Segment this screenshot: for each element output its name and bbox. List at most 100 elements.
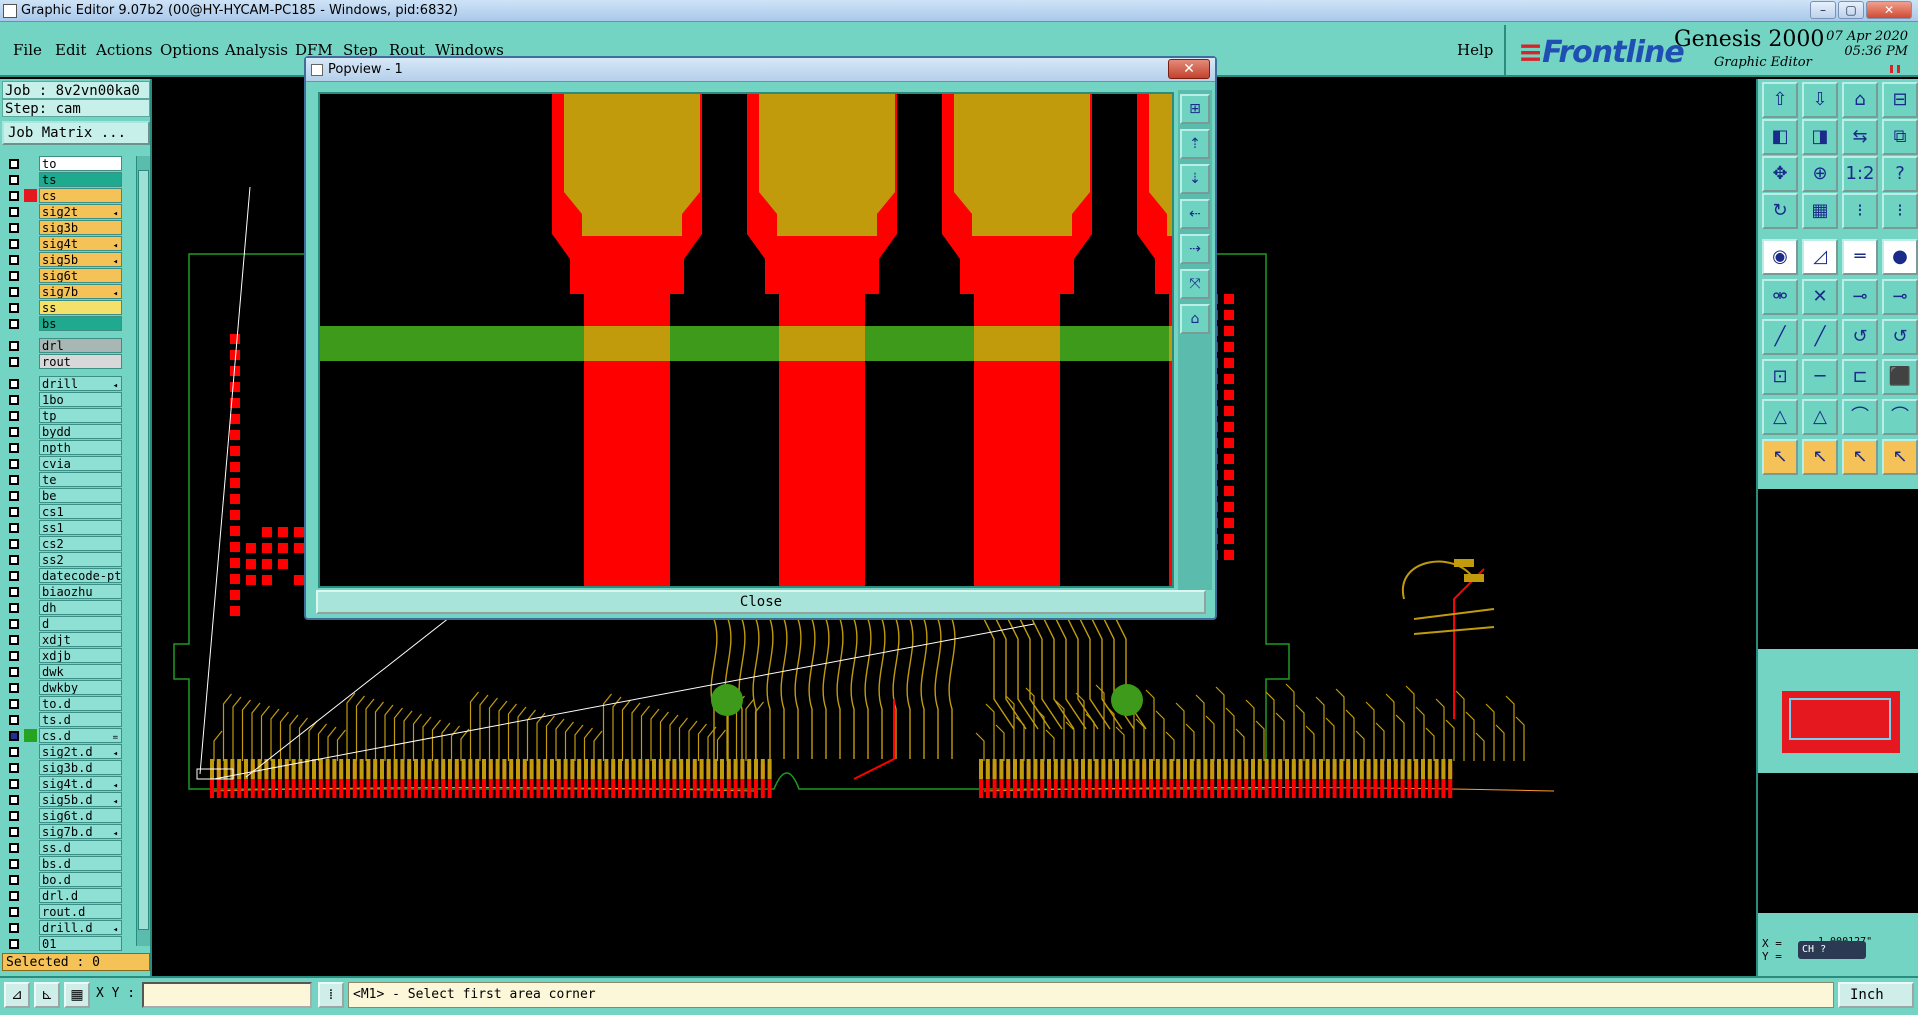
menu-options[interactable]: Options <box>160 41 219 59</box>
layer-name[interactable]: dh <box>39 600 122 615</box>
layer-row-sig6t.d[interactable]: sig6t.d <box>2 808 122 823</box>
layer-name[interactable]: sig2t.d ◂ <box>39 744 122 759</box>
layer-name[interactable]: cs <box>39 188 122 203</box>
arc-flip-icon[interactable]: ↺ <box>1882 319 1918 355</box>
add-pad-icon[interactable]: ⊡ <box>1762 359 1798 395</box>
layer-name[interactable]: bydd <box>39 424 122 439</box>
layer-row-drl.d[interactable]: drl.d <box>2 888 122 903</box>
layer-row-xdjb[interactable]: xdjb <box>2 648 122 663</box>
node-icon[interactable]: ⊸ <box>1842 279 1878 315</box>
layer-checkbox[interactable] <box>9 587 19 597</box>
layer-name[interactable]: sig6t <box>39 268 122 283</box>
snap-icon[interactable]: ⧉ <box>1882 119 1918 155</box>
layer-checkbox[interactable] <box>9 683 19 693</box>
layer-checkbox[interactable] <box>9 747 19 757</box>
layer-name[interactable]: 01 <box>39 936 122 951</box>
right-panel-icon[interactable]: ◨ <box>1802 119 1838 155</box>
layer-checkbox[interactable] <box>9 763 19 773</box>
layer-checkbox[interactable] <box>9 357 19 367</box>
h-line-icon[interactable]: ─ <box>1802 359 1838 395</box>
layer-checkbox[interactable] <box>9 395 19 405</box>
layer-checkbox[interactable] <box>9 923 19 933</box>
layer-name[interactable]: sig5b ◂ <box>39 252 122 267</box>
minimize-button[interactable]: – <box>1810 1 1836 19</box>
layer-checkbox[interactable] <box>9 427 19 437</box>
scrollbar-thumb[interactable] <box>138 170 149 930</box>
layer-checkbox[interactable] <box>9 619 19 629</box>
layer-name[interactable]: rout <box>39 354 122 369</box>
grid-view-icon[interactable]: ▦ <box>1802 193 1838 229</box>
layer-row-xdjt[interactable]: xdjt <box>2 632 122 647</box>
layer-name[interactable]: to <box>39 156 122 171</box>
zoom-fit-icon[interactable]: ✥ <box>1762 156 1798 192</box>
popview-close-button[interactable]: Close <box>316 590 1206 614</box>
zoom-1to1-icon[interactable]: 1:2 <box>1842 156 1878 192</box>
layer-row-dh[interactable]: dh <box>2 600 122 615</box>
layer-row-bo.d[interactable]: bo.d <box>2 872 122 887</box>
layer-checkbox[interactable] <box>9 555 19 565</box>
layer-row-ss[interactable]: ss <box>2 300 122 315</box>
layer-checkbox[interactable] <box>9 507 19 517</box>
triangle-d-icon[interactable]: ⌒ <box>1882 399 1918 435</box>
pan-down-icon[interactable]: ⇣ <box>1180 164 1210 194</box>
layer-name[interactable]: dwk <box>39 664 122 679</box>
close-window-button[interactable]: ✕ <box>1866 1 1912 19</box>
layer-name[interactable]: te <box>39 472 122 487</box>
layer-checkbox[interactable] <box>9 159 19 169</box>
layer-row-dwkby[interactable]: dwkby <box>2 680 122 695</box>
layer-row-bydd[interactable]: bydd <box>2 424 122 439</box>
menu-edit[interactable]: Edit <box>55 41 86 59</box>
layer-row-drill.d[interactable]: drill.d ◂ <box>2 920 122 935</box>
layer-row-01[interactable]: 01 <box>2 936 122 951</box>
layer-row-ss.d[interactable]: ss.d <box>2 840 122 855</box>
pointer-icon[interactable]: ↖ <box>1762 439 1798 475</box>
layer-name[interactable]: sig4t ◂ <box>39 236 122 251</box>
layer-row-drl[interactable]: drl <box>2 338 122 353</box>
arc-icon[interactable]: ↺ <box>1842 319 1878 355</box>
layer-name[interactable]: sig7b ◂ <box>39 284 122 299</box>
layer-row-sig2t[interactable]: sig2t ◂ <box>2 204 122 219</box>
layer-checkbox[interactable] <box>9 443 19 453</box>
layer-row-d[interactable]: d <box>2 616 122 631</box>
layer-row-npth[interactable]: npth <box>2 440 122 455</box>
layer-checkbox[interactable] <box>9 731 19 741</box>
layer-row-sig4t.d[interactable]: sig4t.d ◂ <box>2 776 122 791</box>
triangle-c-icon[interactable]: ⌒ <box>1842 399 1878 435</box>
layer-checkbox[interactable] <box>9 539 19 549</box>
save-step-icon[interactable]: ⇩ <box>1802 82 1838 118</box>
layer-checkbox[interactable] <box>9 907 19 917</box>
layer-checkbox[interactable] <box>9 859 19 869</box>
layer-checkbox[interactable] <box>9 667 19 677</box>
layer-row-dwk[interactable]: dwk <box>2 664 122 679</box>
layer-name[interactable]: drill ◂ <box>39 376 122 391</box>
overview-viewport[interactable] <box>1789 698 1891 740</box>
grid-toggle-button[interactable]: ▦ <box>64 982 90 1008</box>
layer-row-sig2t.d[interactable]: sig2t.d ◂ <box>2 744 122 759</box>
menu-help[interactable]: Help <box>1457 41 1493 59</box>
layer-name[interactable]: xdjb <box>39 648 122 663</box>
layer-checkbox[interactable] <box>9 827 19 837</box>
layer-name[interactable]: cs.d = <box>39 728 122 743</box>
connect-icon[interactable]: ⚮ <box>1762 279 1798 315</box>
layer-checkbox[interactable] <box>9 175 19 185</box>
layer-props-icon[interactable]: ⁝ <box>1842 193 1878 229</box>
layer-row-rout.d[interactable]: rout.d <box>2 904 122 919</box>
cut-icon[interactable]: ✕ <box>1802 279 1838 315</box>
layer-checkbox[interactable] <box>9 287 19 297</box>
layer-checkbox[interactable] <box>9 191 19 201</box>
zoom-fit-icon[interactable]: ⤧ <box>1180 269 1210 299</box>
measure-icon[interactable]: ═ <box>1842 239 1878 275</box>
layer-checkbox[interactable] <box>9 491 19 501</box>
left-panel-icon[interactable]: ◧ <box>1762 119 1798 155</box>
triangle-a-icon[interactable]: △ <box>1762 399 1798 435</box>
layer-checkbox[interactable] <box>9 635 19 645</box>
layer-checkbox[interactable] <box>9 223 19 233</box>
layer-name[interactable]: sig2t ◂ <box>39 204 122 219</box>
layer-row-sig3b.d[interactable]: sig3b.d <box>2 760 122 775</box>
popview-close-x-button[interactable]: ✕ <box>1168 59 1210 79</box>
units-selector[interactable]: Inch <box>1838 982 1914 1008</box>
pan-right-icon[interactable]: ⇢ <box>1180 234 1210 264</box>
popview-zoomed-view[interactable] <box>320 94 1287 586</box>
layer-row-ts.d[interactable]: ts.d <box>2 712 122 727</box>
layer-name[interactable]: ss.d <box>39 840 122 855</box>
